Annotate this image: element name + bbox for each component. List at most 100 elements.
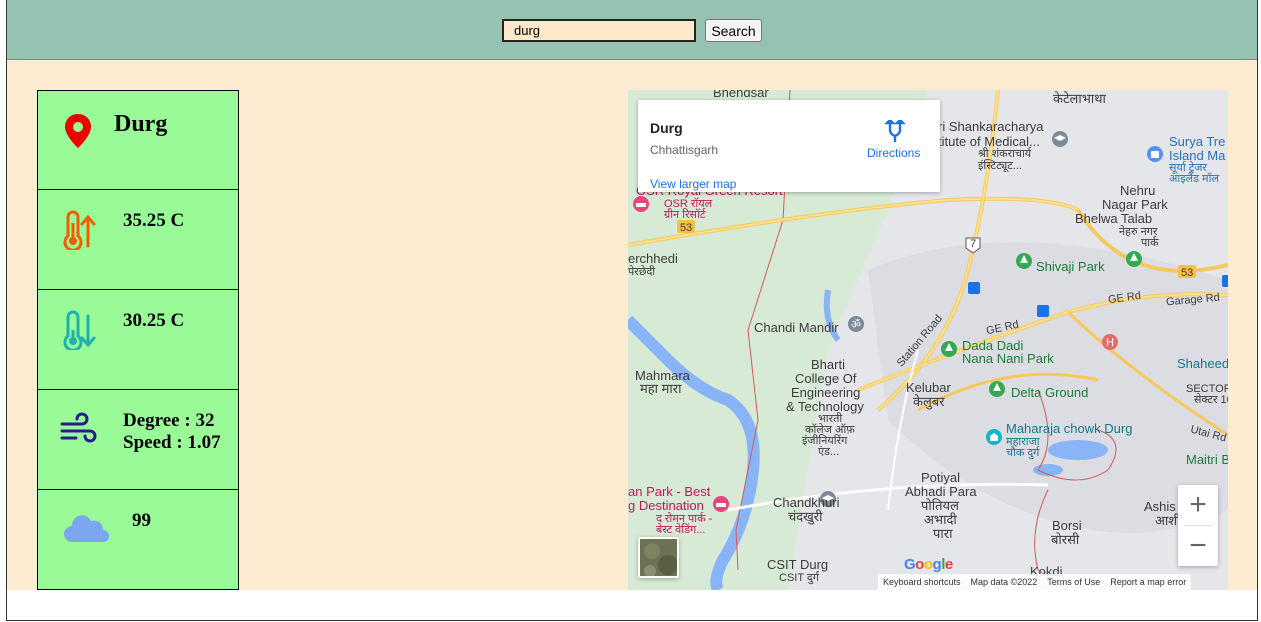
map-label: इंस्टिट्यूट... [978, 160, 1022, 172]
map-embed[interactable]: ॐ H Bhendsar केटेलाभाथा ri Shankarachary… [628, 90, 1228, 590]
map-label: पेरछेदी [628, 266, 656, 278]
min-temp-card: 30.25 C [37, 290, 239, 390]
report-error-link[interactable]: Report a map error [1105, 577, 1191, 587]
satellite-thumbnail-icon [640, 539, 677, 576]
map-label: CSIT दुर्ग [779, 572, 819, 584]
map-label: श्री शंकराचार्य [978, 148, 1032, 160]
map-label: Nana Nani Park [962, 351, 1054, 366]
poi-park-icon [1126, 251, 1142, 267]
zoom-in-button[interactable]: + [1178, 485, 1218, 525]
directions-label[interactable]: Directions [867, 146, 920, 160]
map-label: Ashis [1144, 499, 1176, 514]
main-content: Durg 35.25 C 30.25 C Degree: 32 Speed:… [7, 60, 1257, 590]
map-label: Engineering [791, 385, 861, 400]
city-card: Durg [37, 90, 239, 190]
wind-card: Degree : 32 Speed : 1.07 [37, 390, 239, 490]
map-label: सेक्टर 10 [1194, 394, 1228, 406]
map-label: Shivaji Park [1036, 259, 1105, 274]
map-label: Maitri Ba [1186, 452, 1228, 467]
map-label: Delta Ground [1011, 385, 1089, 400]
search-input[interactable] [502, 19, 696, 42]
svg-text:H: H [1106, 336, 1114, 349]
min-temp-value: 30.25 C [123, 310, 185, 331]
road-shield-label: 53 [1181, 267, 1194, 279]
map-label: Island Ma [1169, 148, 1226, 163]
zoom-controls: + − [1178, 485, 1218, 566]
map-label: चंदखुरी [788, 509, 823, 524]
map-label: बेस्ट वेडिंग... [656, 524, 706, 536]
road-shield-label: 53 [680, 222, 693, 234]
max-temp-value: 35.25 C [123, 210, 185, 231]
top-bar: Search [7, 0, 1257, 60]
page-frame: Search Durg 35.25 C [6, 0, 1258, 621]
poi-park-icon [941, 341, 957, 357]
poi-landmark-icon [986, 429, 1002, 445]
map-label: पारा [933, 526, 953, 541]
weather-card-column: Durg 35.25 C 30.25 C Degree: 32 Speed:… [37, 90, 239, 590]
map-label: CSIT Durg [767, 557, 829, 572]
wind-degree: Degree : 32 [123, 410, 215, 431]
max-temp-card: 35.25 C [37, 190, 239, 290]
map-label: ग्रीन रिसॉर्ट [664, 209, 706, 221]
map-label: g Destination [628, 498, 704, 513]
map-label: Nagar Park [1102, 197, 1168, 212]
road-shield-label: 7 [970, 238, 977, 250]
temperature-high-icon [63, 210, 96, 250]
map-label: Bhelwa Talab [1075, 211, 1153, 226]
map-data-label: Map data ©2022 [970, 577, 1038, 587]
zoom-out-button[interactable]: − [1178, 526, 1218, 566]
poi-education-icon [1052, 131, 1068, 147]
map-label: केटेलाभाथा [1053, 91, 1106, 106]
wind-values: Degree : 32 Speed : 1.07 [123, 410, 221, 454]
directions-icon[interactable] [883, 120, 907, 144]
map-label: Maharaja chowk Durg [1006, 421, 1133, 436]
map-place-title: Durg [650, 120, 683, 136]
terms-link[interactable]: Terms of Use [1042, 577, 1105, 587]
map-label: titute of Medical... [938, 134, 1040, 149]
svg-text:ॐ: ॐ [851, 318, 861, 331]
map-label: केलुबर [913, 394, 945, 409]
map-label: College Of [795, 371, 857, 386]
poi-park-icon [1016, 253, 1032, 269]
map-label: आशी [1155, 513, 1181, 528]
keyboard-shortcuts-link[interactable]: Keyboard shortcuts [878, 577, 966, 587]
temperature-low-icon [63, 310, 96, 350]
map-label: Shaheed [1177, 356, 1228, 371]
map-label: एंड... [818, 446, 840, 458]
cloud-icon [64, 515, 109, 542]
map-label: पार्क [1141, 237, 1159, 249]
map-label: चौक दुर्ग [1006, 447, 1040, 459]
map-label: Nehru [1120, 183, 1156, 198]
map-label: erchhedi [628, 251, 678, 266]
search-button[interactable]: Search [705, 19, 762, 42]
map-place-subtitle: Chhattisgarh [650, 143, 719, 157]
clouds-value: 99 [132, 510, 151, 531]
poi-shopping-icon [1147, 146, 1163, 162]
poi-temple-icon: ॐ [848, 316, 864, 332]
satellite-layer-button[interactable] [638, 537, 679, 578]
map-info-card: Durg Chhattisgarh View larger map Direct… [638, 100, 940, 192]
map-label: Chandi Mandir [754, 320, 839, 335]
map-label: महा मारा [640, 381, 682, 396]
map-label: an Park - Best [628, 484, 711, 499]
map-label: Abhadi Para [905, 484, 977, 499]
map-label: अभादी [924, 512, 957, 527]
map-label: Bhendsar [713, 90, 769, 100]
map-label: Chandkhuri [773, 495, 840, 510]
map-label: & Technology [786, 399, 864, 414]
map-label: बोरसी [1051, 532, 1080, 547]
poi-hotel-icon [713, 496, 729, 512]
map-label: Surya Tre [1169, 134, 1226, 149]
map-attribution: Keyboard shortcuts Map data ©2022 Terms … [878, 574, 1192, 590]
location-pin-icon [65, 114, 91, 148]
map-label: Bharti [811, 357, 845, 372]
poi-park-icon [989, 381, 1005, 397]
poi-hospital-icon: H [1102, 334, 1118, 350]
clouds-card: 99 [37, 490, 239, 590]
map-label: Potiyal [921, 470, 961, 485]
map-label: ri Shankaracharya [938, 119, 1044, 134]
city-name: Durg [114, 111, 168, 137]
map-label: Borsi [1052, 518, 1082, 533]
view-larger-map-link[interactable]: View larger map [650, 177, 736, 191]
google-logo: Google [904, 556, 953, 573]
